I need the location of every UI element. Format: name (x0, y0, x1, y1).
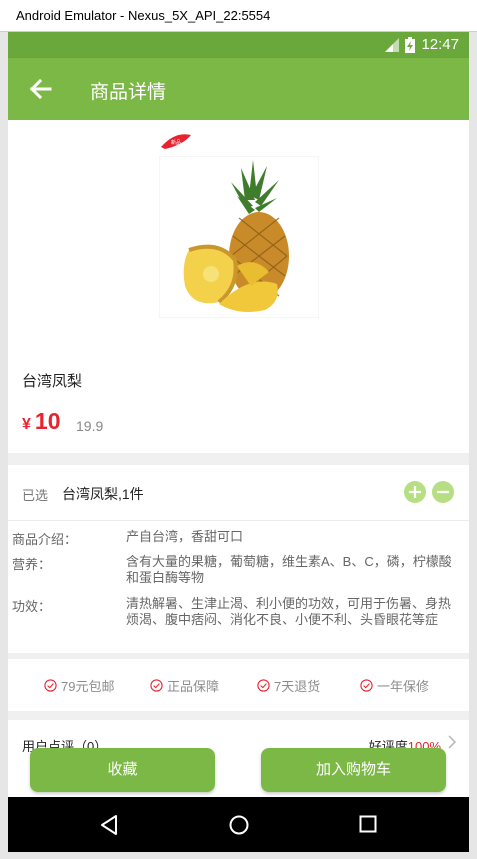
status-bar: 12:47 (8, 32, 469, 58)
selection-section: 已选 台湾凤梨,1件 商品介绍： 产自台湾，香甜可口 营养： 含有大量的果糖，葡… (8, 465, 469, 653)
check-circle-icon (150, 679, 163, 692)
chevron-right-icon (448, 735, 457, 749)
android-nav-bar (8, 797, 469, 852)
plus-icon (409, 486, 421, 498)
nav-recent-apps-icon[interactable] (359, 815, 377, 833)
window-title-bar: Android Emulator - Nexus_5X_API_22:5554 (0, 0, 477, 32)
service-guarantees: 79元包邮 正品保障 7天退货 一年保修 (8, 659, 469, 711)
phone-screen: 12:47 商品详情 新品 台湾凤梨 ¥ 10 19.9 已选 台湾凤梨,1件 … (8, 32, 469, 852)
service-label: 正品保障 (167, 679, 220, 694)
add-to-cart-button[interactable]: 加入购物车 (261, 748, 446, 792)
app-bar: 商品详情 (8, 58, 469, 120)
check-circle-icon (44, 679, 57, 692)
emulator-frame: 12:47 商品详情 新品 台湾凤梨 ¥ 10 19.9 已选 台湾凤梨,1件 … (0, 32, 477, 859)
nav-back-icon[interactable] (99, 814, 119, 836)
svg-text:新品: 新品 (171, 139, 181, 146)
favorite-button[interactable]: 收藏 (30, 748, 215, 792)
product-image-section: 新品 (8, 120, 469, 351)
page-title: 商品详情 (90, 82, 167, 103)
service-label: 79元包邮 (61, 679, 115, 694)
selected-value: 台湾凤梨,1件 (62, 486, 144, 502)
selected-spec-row[interactable]: 已选 台湾凤梨,1件 (8, 465, 469, 521)
service-label: 一年保修 (377, 679, 430, 694)
info-value: 清热解暑、生津止渴、利小便的功效，可用于伤暑、身热烦渴、腹中痞闷、消化不良、小便… (126, 596, 452, 627)
nav-home-icon[interactable] (228, 814, 250, 836)
info-value: 含有大量的果糖，葡萄糖，维生素A、B、C，磷，柠檬酸和蛋白酶等物 (126, 554, 452, 585)
info-key: 商品介绍： (12, 532, 78, 547)
service-item: 一年保修 (360, 676, 429, 695)
original-price: 19.9 (76, 418, 104, 434)
minus-icon (437, 490, 449, 494)
battery-charging-icon (405, 36, 416, 53)
info-value: 产自台湾，香甜可口 (126, 529, 244, 544)
status-time: 12:47 (421, 36, 459, 53)
product-detail-scroll[interactable]: 新品 台湾凤梨 ¥ 10 19.9 已选 台湾凤梨,1件 商品介绍： 产自台湾，… (8, 120, 469, 797)
service-item: 7天退货 (257, 676, 320, 695)
product-info-section: 台湾凤梨 ¥10 19.9 (8, 350, 469, 453)
decrease-quantity-button[interactable] (432, 481, 454, 503)
check-circle-icon (257, 679, 270, 692)
info-key: 功效： (12, 599, 52, 614)
signal-icon (385, 37, 400, 52)
price-currency: ¥ (22, 416, 31, 433)
selected-label: 已选 (22, 488, 49, 503)
window-title: Android Emulator - Nexus_5X_API_22:5554 (16, 8, 271, 23)
product-price: ¥10 (22, 408, 61, 435)
service-label: 7天退货 (274, 679, 321, 694)
new-badge: 新品 (161, 134, 191, 149)
product-image-pineapple[interactable] (159, 156, 319, 318)
price-value: 10 (34, 408, 61, 434)
info-key: 营养： (12, 557, 52, 572)
increase-quantity-button[interactable] (404, 481, 426, 503)
back-arrow-icon[interactable] (28, 76, 54, 102)
check-circle-icon (360, 679, 373, 692)
service-item: 79元包邮 (44, 676, 114, 695)
service-item: 正品保障 (150, 676, 219, 695)
product-name: 台湾凤梨 (22, 373, 83, 390)
